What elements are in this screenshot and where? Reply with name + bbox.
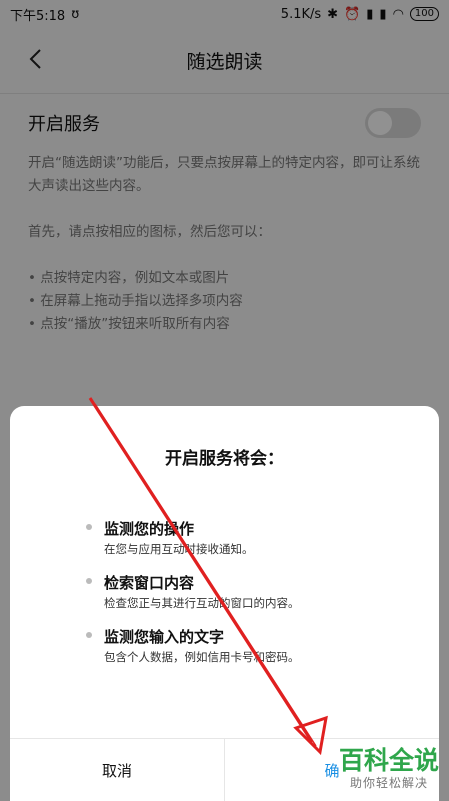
bullet-dot-icon [86,632,92,638]
permission-desc: 检查您正与其进行互动的窗口的内容。 [104,596,300,610]
permission-desc: 在您与应用互动时接收通知。 [104,542,254,556]
permission-desc: 包含个人数据，例如信用卡号和密码。 [104,650,300,664]
bullet-dot-icon [86,578,92,584]
permission-title: 监测您输入的文字 [104,628,225,646]
permission-item: 检索窗口内容 检查您正与其进行互动的窗口的内容。 [86,572,419,612]
watermark-main: 百科全说 [338,746,439,775]
permission-item: 监测您的操作 在您与应用互动时接收通知。 [86,518,419,558]
permission-dialog: 开启服务将会： 监测您的操作 在您与应用互动时接收通知。 检索窗口内容 检查您正… [10,406,439,801]
permission-title: 检索窗口内容 [104,574,195,592]
watermark-sub: 助你轻松解决 [349,776,428,790]
watermark: 百科全说 助你轻松解决 [339,747,439,791]
permission-list: 监测您的操作 在您与应用互动时接收通知。 检索窗口内容 检查您正与其进行互动的窗… [86,518,419,680]
bullet-dot-icon [86,524,92,530]
cancel-button[interactable]: 取消 [10,739,224,801]
dialog-title: 开启服务将会： [165,449,284,469]
permission-title: 监测您的操作 [104,520,195,538]
permission-item: 监测您输入的文字 包含个人数据，例如信用卡号和密码。 [86,626,419,666]
